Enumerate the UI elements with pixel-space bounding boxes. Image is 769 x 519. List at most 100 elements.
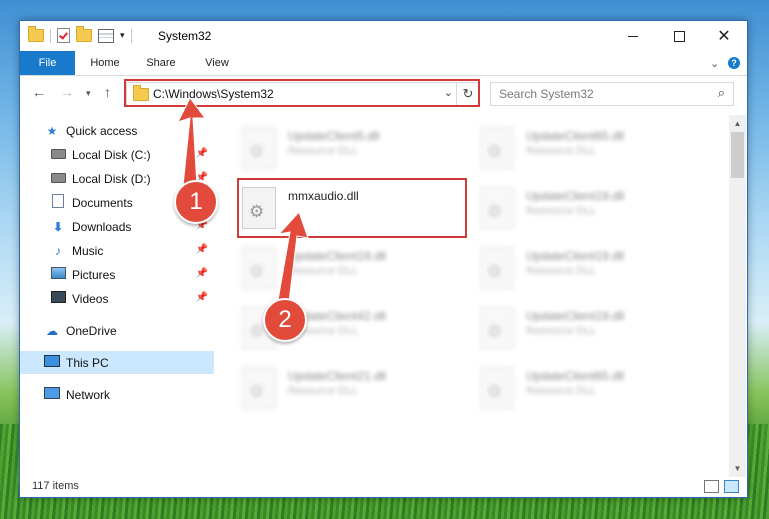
file-name: UpdateClient65.dll bbox=[526, 369, 625, 383]
file-name: mmxaudio.dll bbox=[288, 189, 359, 203]
address-bar[interactable]: C:\Windows\System32 ⌄ ↻ bbox=[126, 82, 480, 106]
drive-icon bbox=[50, 172, 66, 183]
file-name: UpdateClient65.dll bbox=[526, 129, 625, 143]
chevron-down-icon[interactable]: ⌄ bbox=[444, 86, 453, 99]
dll-file-icon bbox=[480, 247, 514, 289]
list-item-highlighted[interactable]: mmxaudio.dll bbox=[242, 183, 462, 233]
item-count: 117 items bbox=[32, 480, 79, 492]
folder-icon bbox=[28, 26, 44, 42]
divider bbox=[130, 28, 132, 43]
this-pc-icon-wrap bbox=[44, 355, 60, 370]
refresh-button[interactable]: ↻ bbox=[456, 83, 479, 105]
sidebar-item-pictures[interactable]: Pictures 📌 bbox=[20, 263, 214, 286]
search-input[interactable]: Search System32 bbox=[499, 87, 594, 101]
tab-view[interactable]: View bbox=[194, 51, 240, 75]
dll-file-icon bbox=[242, 367, 276, 409]
sidebar-item-label: Local Disk (C:) bbox=[72, 147, 151, 162]
step-badge-1: 1 bbox=[174, 180, 218, 224]
customize-icon[interactable] bbox=[98, 28, 114, 43]
scroll-up-icon[interactable]: ▲ bbox=[729, 115, 746, 132]
file-description: Resource DLL bbox=[526, 385, 597, 397]
file-name: UpdateClient21.dll bbox=[288, 369, 387, 383]
drive-icon bbox=[50, 148, 66, 159]
tab-share[interactable]: Share bbox=[138, 51, 184, 75]
dll-file-icon bbox=[480, 127, 514, 169]
dll-file-icon bbox=[480, 367, 514, 409]
file-description: Resource DLL bbox=[288, 145, 359, 157]
search-box[interactable]: Search System32 ⌕ bbox=[490, 82, 734, 106]
sidebar-item-label: Music bbox=[72, 243, 104, 258]
quick-access-toolbar: ▾ bbox=[28, 26, 132, 43]
file-description: Resource DLL bbox=[526, 145, 597, 157]
sidebar-item-music[interactable]: ♪ Music 📌 bbox=[20, 239, 214, 262]
sidebar-item-videos[interactable]: Videos 📌 bbox=[20, 287, 214, 310]
file-name: UpdateClient19.dll bbox=[526, 189, 625, 203]
sidebar-item-label: OneDrive bbox=[66, 323, 117, 338]
pin-icon: 📌 bbox=[195, 148, 208, 159]
pictures-icon bbox=[50, 267, 66, 279]
large-icons-view-icon[interactable] bbox=[724, 480, 739, 493]
this-pc-icon bbox=[44, 355, 60, 367]
window-title: System32 bbox=[158, 29, 212, 43]
pictures-icon-wrap bbox=[50, 267, 66, 282]
scroll-thumb[interactable] bbox=[731, 132, 744, 178]
pin-icon: 📌 bbox=[195, 268, 208, 279]
music-icon: ♪ bbox=[55, 243, 61, 258]
sidebar-item-label: Local Disk (D:) bbox=[72, 171, 151, 186]
minimize-icon bbox=[628, 35, 638, 37]
drive-icon-wrap bbox=[50, 148, 66, 162]
file-description: Resource DLL bbox=[288, 385, 359, 397]
file-list: UpdateClient5.dll Resource DLL mmxaudio.… bbox=[220, 115, 728, 477]
expand-ribbon-icon[interactable]: ⌄ bbox=[710, 57, 719, 70]
ribbon: File Home Share View ⌄ ? bbox=[20, 51, 747, 76]
scroll-down-icon[interactable]: ▼ bbox=[729, 460, 746, 477]
file-name: UpdateClient5.dll bbox=[288, 129, 380, 143]
sidebar-item-local-disk-c[interactable]: Local Disk (C:) 📌 bbox=[20, 143, 214, 166]
sidebar-item-this-pc[interactable]: This PC bbox=[20, 351, 214, 374]
navigation-bar: ← → ▾ ↑ C:\Windows\System32 ⌄ ↻ Search S… bbox=[20, 76, 747, 110]
sidebar-item-network[interactable]: Network bbox=[20, 383, 214, 406]
list-item[interactable]: UpdateClient19.dll Resource DLL bbox=[480, 183, 700, 233]
step-badge-2: 2 bbox=[263, 298, 307, 342]
maximize-icon bbox=[673, 30, 685, 42]
sidebar-item-onedrive[interactable]: ☁ OneDrive bbox=[20, 319, 214, 342]
sidebar-item-label: Network bbox=[66, 387, 111, 402]
properties-check-icon[interactable] bbox=[57, 28, 70, 43]
documents-icon bbox=[52, 194, 64, 208]
close-button[interactable]: ✕ bbox=[701, 21, 747, 51]
address-path[interactable]: C:\Windows\System32 bbox=[153, 87, 274, 101]
divider bbox=[50, 28, 51, 43]
file-description: Resource DLL bbox=[526, 325, 597, 337]
pin-icon: 📌 bbox=[195, 292, 208, 303]
file-name: UpdateClient19.dll bbox=[288, 249, 387, 263]
help-button[interactable]: ? bbox=[728, 57, 740, 69]
tab-file[interactable]: File bbox=[20, 51, 75, 75]
minimize-button[interactable] bbox=[610, 21, 656, 51]
forward-button[interactable]: → bbox=[60, 84, 74, 100]
vertical-scrollbar[interactable]: ▲ ▼ bbox=[729, 115, 746, 477]
file-name: UpdateClient19.dll bbox=[526, 309, 625, 323]
maximize-button[interactable] bbox=[656, 21, 702, 51]
file-description: Resource DLL bbox=[526, 265, 597, 277]
back-button[interactable]: ← bbox=[32, 84, 46, 100]
list-item[interactable]: UpdateClient19.dll Resource DLL bbox=[480, 303, 700, 353]
list-item[interactable]: UpdateClient65.dll Resource DLL bbox=[480, 363, 700, 413]
list-item[interactable]: UpdateClient65.dll Resource DLL bbox=[480, 123, 700, 173]
chevron-down-icon[interactable]: ▾ bbox=[120, 30, 125, 41]
status-bar: 117 items bbox=[20, 477, 747, 497]
list-item[interactable]: UpdateClient5.dll Resource DLL bbox=[242, 123, 462, 173]
list-item[interactable]: UpdateClient21.dll Resource DLL bbox=[242, 363, 462, 413]
tab-home[interactable]: Home bbox=[82, 51, 128, 75]
navigation-pane: ★ Quick access Local Disk (C:) 📌 Local D… bbox=[20, 115, 214, 477]
details-view-icon[interactable] bbox=[704, 480, 719, 493]
recent-locations-button[interactable]: ▾ bbox=[86, 88, 91, 99]
new-folder-icon[interactable] bbox=[76, 26, 92, 42]
list-item[interactable]: UpdateClient19.dll Resource DLL bbox=[480, 243, 700, 293]
help-icon: ? bbox=[728, 57, 740, 69]
up-button[interactable]: ↑ bbox=[104, 84, 111, 100]
list-item[interactable]: UpdateClient19.dll Resource DLL bbox=[242, 243, 462, 293]
close-icon: ✕ bbox=[717, 28, 731, 45]
pin-icon: 📌 bbox=[195, 244, 208, 255]
dll-file-icon bbox=[242, 187, 276, 229]
sidebar-item-quick-access[interactable]: ★ Quick access bbox=[20, 119, 214, 142]
